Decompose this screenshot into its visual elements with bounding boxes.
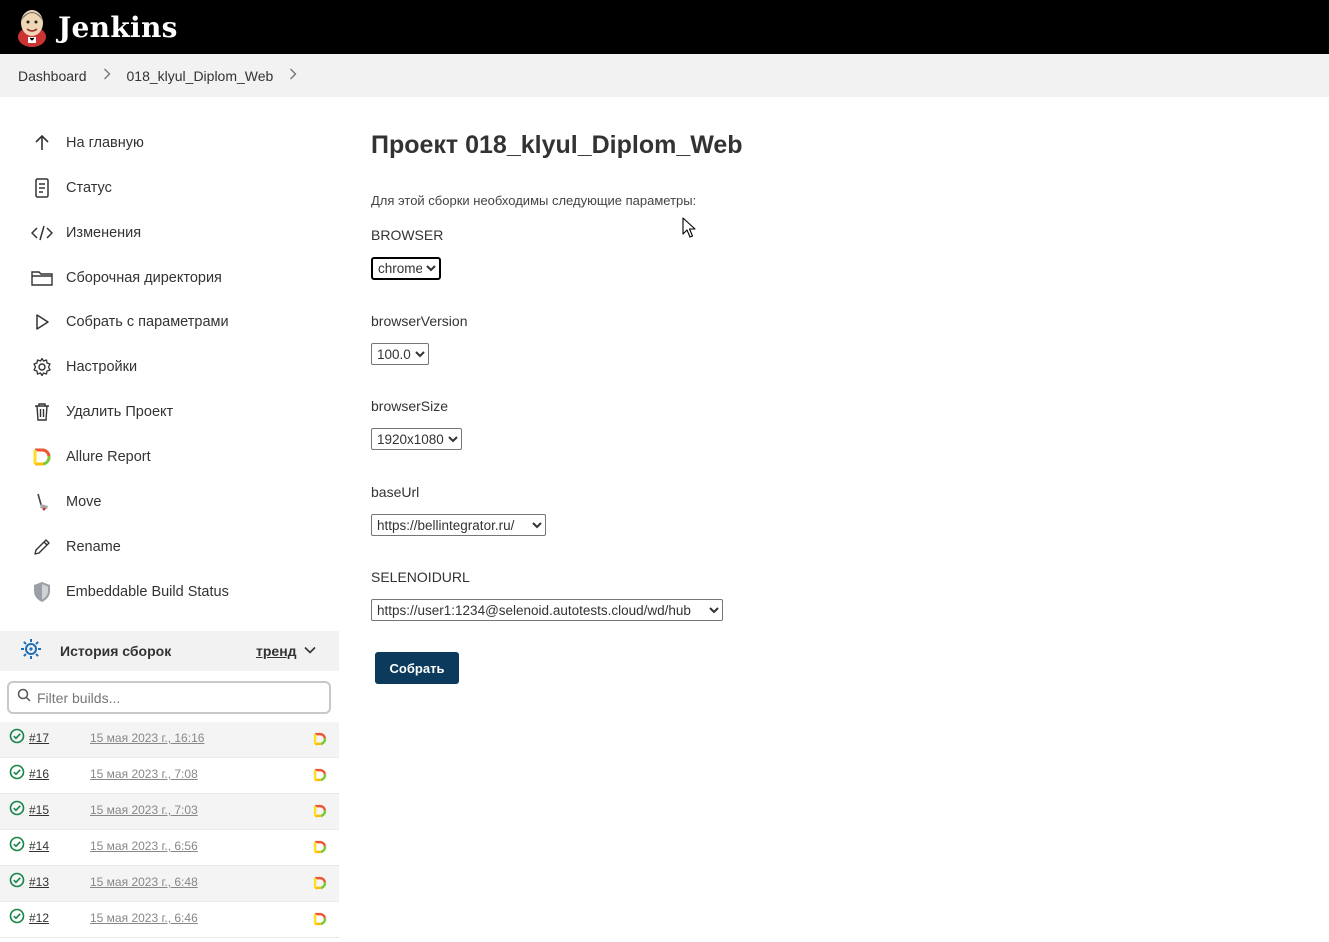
build-number-link[interactable]: #16: [29, 767, 49, 781]
allure-icon: [30, 445, 54, 469]
build-number-link[interactable]: #12: [29, 911, 49, 925]
shield-icon: [30, 580, 54, 604]
param-label-browser-version: browserVersion: [371, 313, 468, 329]
move-icon: [30, 490, 54, 514]
success-check-icon[interactable]: [9, 728, 25, 749]
page-title: Проект 018_klyul_Diplom_Web: [371, 131, 743, 159]
sidebar-item-label: Move: [66, 494, 102, 510]
build-row: #12 15 мая 2023 г., 6:46: [0, 902, 339, 938]
sidebar-item-label: Allure Report: [66, 449, 151, 465]
sidebar-item-move[interactable]: Move: [30, 487, 101, 517]
success-check-icon[interactable]: [9, 908, 25, 929]
sidebar: На главную Статус Изменения Сборочная ди…: [0, 97, 339, 942]
sidebar-item-label: Статус: [66, 180, 112, 196]
gear-icon: [30, 355, 54, 379]
selenoid-url-select[interactable]: https://user1:1234@selenoid.autotests.cl…: [371, 599, 723, 621]
browser-version-select[interactable]: 100.0: [371, 343, 429, 365]
build-number-link[interactable]: #14: [29, 839, 49, 853]
sidebar-item-label: Сборочная директория: [66, 270, 222, 286]
build-row: #15 15 мая 2023 г., 7:03: [0, 794, 339, 830]
sidebar-item-embeddable-build-status[interactable]: Embeddable Build Status: [30, 577, 229, 607]
allure-icon[interactable]: [313, 768, 327, 787]
build-date-link[interactable]: 15 мая 2023 г., 7:03: [90, 803, 198, 817]
arrow-up-icon: [30, 131, 54, 155]
sidebar-item-label: На главную: [66, 135, 144, 151]
filter-builds-input[interactable]: [37, 689, 317, 706]
build-button[interactable]: Собрать: [375, 652, 459, 684]
build-date-link[interactable]: 15 мая 2023 г., 6:48: [90, 875, 198, 889]
param-label-base-url: baseUrl: [371, 484, 420, 500]
success-check-icon[interactable]: [9, 872, 25, 893]
breadcrumb-project[interactable]: 018_klyul_Diplom_Web: [127, 68, 274, 84]
param-label-browser-size: browserSize: [371, 398, 449, 414]
build-history-title: История сборок: [60, 643, 172, 659]
build-history-icon: [20, 638, 42, 665]
breadcrumb: Dashboard 018_klyul_Diplom_Web: [0, 54, 1329, 97]
allure-icon[interactable]: [313, 876, 327, 895]
sidebar-item-settings[interactable]: Настройки: [30, 352, 137, 382]
trend-link[interactable]: тренд: [256, 643, 297, 659]
sidebar-item-label: Собрать с параметрами: [66, 314, 229, 330]
success-check-icon[interactable]: [9, 836, 25, 857]
build-row: #13 15 мая 2023 г., 6:48: [0, 866, 339, 902]
chevron-right-icon: [103, 68, 111, 83]
build-date-link[interactable]: 15 мая 2023 г., 16:16: [90, 731, 204, 745]
build-number-link[interactable]: #13: [29, 875, 49, 889]
pencil-icon: [30, 535, 54, 559]
build-row: #14 15 мая 2023 г., 6:56: [0, 830, 339, 866]
code-icon: [30, 221, 54, 245]
chevron-right-icon[interactable]: [289, 68, 297, 83]
sidebar-item-label: Изменения: [66, 225, 142, 241]
build-date-link[interactable]: 15 мая 2023 г., 7:08: [90, 767, 198, 781]
sidebar-item-status[interactable]: Статус: [30, 173, 112, 203]
build-number-link[interactable]: #15: [29, 803, 49, 817]
sidebar-item-build-with-params[interactable]: Собрать с параметрами: [30, 307, 229, 337]
build-date-link[interactable]: 15 мая 2023 г., 6:46: [90, 911, 198, 925]
mouse-cursor-icon: [682, 217, 696, 244]
sidebar-item-label: Удалить Проект: [66, 404, 174, 420]
trash-icon: [30, 400, 54, 424]
chevron-down-icon[interactable]: [303, 643, 317, 662]
build-row: #16 15 мая 2023 г., 7:08: [0, 758, 339, 794]
sidebar-item-label: Rename: [66, 539, 121, 555]
build-number-link[interactable]: #17: [29, 731, 49, 745]
build-history-header: История сборок тренд: [0, 631, 339, 671]
sidebar-item-allure-report[interactable]: Allure Report: [30, 442, 151, 472]
allure-icon[interactable]: [313, 840, 327, 859]
build-history: История сборок тренд #17 15 мая 2023 г.,…: [0, 631, 339, 938]
build-row: #17 15 мая 2023 г., 16:16: [0, 722, 339, 758]
sidebar-item-workspace[interactable]: Сборочная директория: [30, 263, 222, 293]
allure-icon[interactable]: [313, 912, 327, 931]
sidebar-item-changes[interactable]: Изменения: [30, 218, 141, 248]
success-check-icon[interactable]: [9, 764, 25, 785]
sidebar-item-delete-project[interactable]: Удалить Проект: [30, 397, 173, 427]
browser-size-select[interactable]: 1920x1080: [371, 428, 462, 450]
breadcrumb-dashboard[interactable]: Dashboard: [18, 68, 87, 84]
folder-icon: [30, 266, 54, 290]
allure-icon[interactable]: [313, 732, 327, 751]
sidebar-item-label: Embeddable Build Status: [66, 584, 229, 600]
top-header: Jenkins: [0, 0, 1329, 54]
filter-builds-field[interactable]: [7, 681, 331, 714]
browser-select[interactable]: chrome: [371, 257, 441, 280]
play-icon: [30, 310, 54, 334]
build-list: #17 15 мая 2023 г., 16:16 #16 15 мая 202…: [0, 722, 339, 938]
params-intro-text: Для этой сборки необходимы следующие пар…: [371, 193, 697, 208]
param-label-browser: BROWSER: [371, 227, 444, 243]
base-url-select[interactable]: https://bellintegrator.ru/: [371, 514, 546, 536]
document-icon: [30, 176, 54, 200]
build-date-link[interactable]: 15 мая 2023 г., 6:56: [90, 839, 198, 853]
allure-icon[interactable]: [313, 804, 327, 823]
sidebar-item-rename[interactable]: Rename: [30, 532, 121, 562]
jenkins-logo-icon[interactable]: [16, 7, 48, 47]
param-label-selenoid-url: SELENOIDURL: [371, 569, 470, 585]
app-title[interactable]: Jenkins: [58, 11, 178, 44]
success-check-icon[interactable]: [9, 800, 25, 821]
search-icon: [17, 688, 31, 707]
sidebar-item-home[interactable]: На главную: [30, 128, 144, 158]
sidebar-item-label: Настройки: [66, 359, 138, 375]
